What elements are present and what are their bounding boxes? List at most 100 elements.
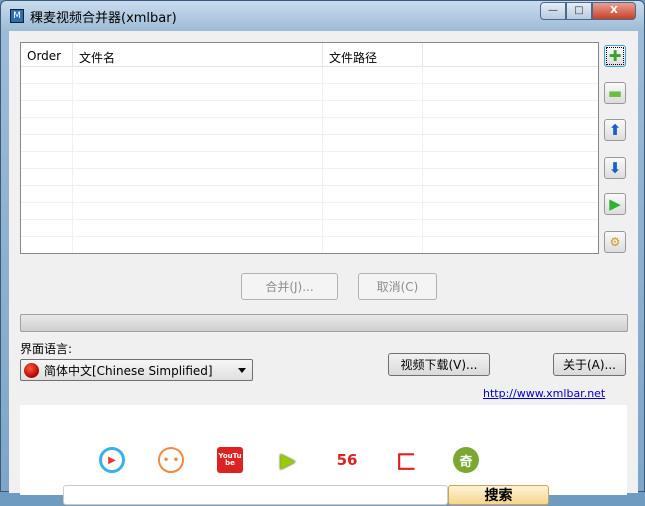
table-cell (423, 118, 598, 134)
remove-file-button[interactable]: ▬ (604, 82, 626, 104)
table-cell (21, 84, 73, 100)
maximize-button[interactable]: □ (566, 2, 592, 20)
table-cell (21, 237, 73, 253)
move-up-button[interactable]: ⬆ (604, 119, 626, 141)
about-button[interactable]: 关于(A)... (553, 353, 626, 376)
tudou-icon[interactable]: • • (158, 447, 184, 473)
table-cell (21, 169, 73, 185)
settings-button[interactable]: ⚙ (604, 231, 626, 253)
table-cell (323, 220, 423, 236)
search-button[interactable]: 搜索 (448, 485, 549, 505)
play-icon: ▶ (609, 195, 621, 213)
table-cell (323, 67, 423, 83)
table-cell (423, 135, 598, 151)
table-cell (423, 186, 598, 202)
client-area: Order 文件名 文件路径 ✚ ▬ ⬆ ⬇ ▶ ⚙ 合并(J)... 取消(C… (9, 31, 638, 505)
table-cell (73, 186, 323, 202)
arrow-up-icon: ⬆ (608, 121, 622, 139)
table-cell (73, 152, 323, 168)
table-cell (423, 84, 598, 100)
website-link[interactable]: http://www.xmlbar.net (483, 387, 605, 400)
close-button[interactable]: X (592, 2, 636, 20)
table-cell (73, 169, 323, 185)
table-cell (73, 203, 323, 219)
column-filename[interactable]: 文件名 (73, 43, 323, 66)
add-file-button[interactable]: ✚ (604, 45, 626, 67)
56-icon[interactable]: 56 (334, 447, 360, 473)
table-cell (21, 67, 73, 83)
table-cell (423, 203, 598, 219)
table-row[interactable] (21, 118, 598, 135)
column-order[interactable]: Order (21, 43, 73, 66)
language-selected: 简体中文[Chinese Simplified] (44, 363, 213, 378)
search-input[interactable] (63, 485, 448, 505)
table-cell (73, 84, 323, 100)
table-cell (21, 101, 73, 117)
table-cell (423, 101, 598, 117)
table-row[interactable] (21, 67, 598, 84)
table-cell (323, 118, 423, 134)
youku-icon[interactable]: ▶ (99, 447, 125, 473)
table-cell (21, 203, 73, 219)
table-cell (323, 203, 423, 219)
table-row[interactable] (21, 84, 598, 101)
table-row[interactable] (21, 203, 598, 220)
file-list-table[interactable]: Order 文件名 文件路径 (20, 42, 599, 254)
column-empty (423, 43, 598, 66)
merge-button[interactable]: 合并(J)... (241, 273, 338, 300)
table-row[interactable] (21, 152, 598, 169)
table-cell (323, 101, 423, 117)
iqiyi-play-icon[interactable]: ▶ (275, 447, 301, 473)
cancel-button[interactable]: 取消(C) (358, 273, 437, 300)
table-row[interactable] (21, 135, 598, 152)
app-icon: M (10, 9, 24, 23)
table-cell (21, 152, 73, 168)
minimize-button[interactable]: — (540, 2, 566, 20)
youtube-icon[interactable]: YouTube (217, 447, 243, 473)
language-select[interactable]: 简体中文[Chinese Simplified] (20, 359, 253, 381)
table-row[interactable] (21, 186, 598, 203)
table-cell (73, 135, 323, 151)
column-filepath[interactable]: 文件路径 (323, 43, 423, 66)
table-cell (21, 135, 73, 151)
dropdown-arrow-icon (238, 368, 246, 373)
table-cell (423, 67, 598, 83)
minus-icon: ▬ (607, 84, 623, 102)
table-cell (21, 186, 73, 202)
table-cell (323, 186, 423, 202)
table-cell (323, 84, 423, 100)
video-download-button[interactable]: 视频下载(V)... (388, 353, 490, 376)
window-title: 稞麦视频合并器(xmlbar) (30, 11, 177, 26)
arrow-down-icon: ⬇ (608, 159, 622, 177)
letv-icon[interactable]: 匚 (393, 447, 419, 474)
table-cell (323, 152, 423, 168)
move-down-button[interactable]: ⬇ (604, 157, 626, 179)
play-button[interactable]: ▶ (604, 193, 626, 215)
window-frame: M 稞麦视频合并器(xmlbar) — □ X Order 文件名 文件路径 ✚… (0, 0, 645, 505)
table-cell (73, 118, 323, 134)
table-cell (73, 101, 323, 117)
table-cell (73, 67, 323, 83)
web-panel: ▶ • • YouTube ▶ 56 匚 奇 搜索 (20, 405, 627, 505)
qiyi-icon[interactable]: 奇 (453, 447, 479, 473)
table-cell (423, 237, 598, 253)
gears-icon: ⚙ (609, 235, 621, 249)
table-cell (423, 220, 598, 236)
table-cell (21, 220, 73, 236)
table-row[interactable] (21, 220, 598, 237)
language-label: 界面语言: (20, 342, 73, 356)
plus-icon: ✚ (608, 47, 622, 65)
table-cell (21, 118, 73, 134)
table-row[interactable] (21, 101, 598, 118)
table-cell (423, 169, 598, 185)
table-header: Order 文件名 文件路径 (21, 43, 598, 67)
table-cell (323, 135, 423, 151)
table-cell (423, 152, 598, 168)
table-row[interactable] (21, 169, 598, 186)
china-flag-icon (24, 362, 39, 378)
progress-bar (20, 314, 628, 332)
table-row[interactable] (21, 237, 598, 253)
table-cell (323, 237, 423, 253)
table-cell (73, 220, 323, 236)
table-cell (323, 169, 423, 185)
